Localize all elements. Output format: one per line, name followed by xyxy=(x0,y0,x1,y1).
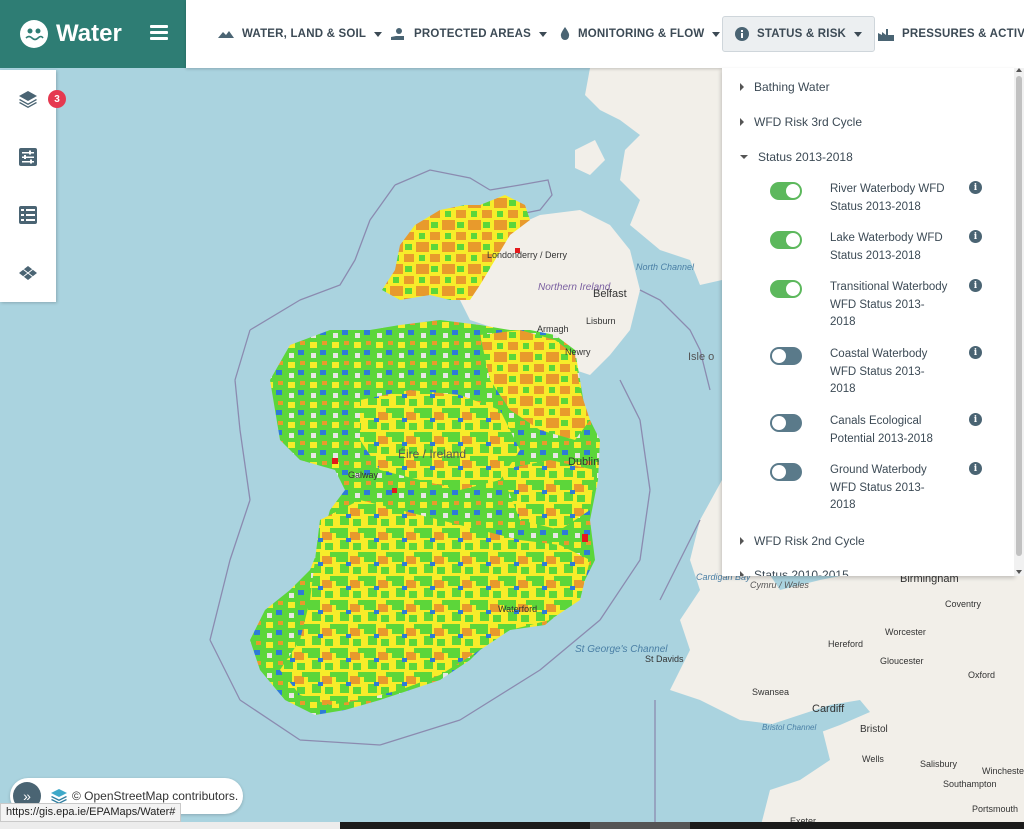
nav-water-land-soil[interactable]: WATER, LAND & SOIL xyxy=(218,16,383,52)
map-label-swansea: Swansea xyxy=(752,687,789,697)
basemap-icon[interactable] xyxy=(17,262,39,284)
toggle-river-waterbody[interactable] xyxy=(770,182,802,200)
section-wfd-risk-3rd-cycle[interactable]: WFD Risk 3rd Cycle xyxy=(740,115,862,129)
map-label-galway: Galway xyxy=(348,470,379,480)
nav-label: WATER, LAND & SOIL xyxy=(242,28,367,40)
nav-protected-areas[interactable]: PROTECTED AREAS xyxy=(390,16,547,52)
map-label-gloucester: Gloucester xyxy=(880,656,924,666)
app-title: Water xyxy=(56,20,122,47)
map-label-isle: Isle o xyxy=(688,351,714,363)
status-risk-dropdown: Bathing Water WFD Risk 3rd Cycle Status … xyxy=(722,68,1016,576)
layers-icon[interactable] xyxy=(17,88,39,110)
nav-monitoring-flow[interactable]: MONITORING & FLOW xyxy=(560,16,721,52)
map-label-dublin: Dublin xyxy=(568,456,599,468)
layer-label-coastal-waterbody: Coastal Waterbody WFD Status 2013-2018 xyxy=(830,348,928,395)
sliders-icon[interactable] xyxy=(17,146,39,168)
protected-hand-icon xyxy=(391,28,404,40)
chevron-down-icon xyxy=(712,31,721,37)
water-drop-icon xyxy=(560,27,570,40)
layer-label-canals-ecological: Canals Ecological Potential 2013-2018 xyxy=(830,415,933,445)
map-label-belfast: Belfast xyxy=(593,288,627,300)
chevron-down-icon xyxy=(538,31,547,37)
section-status-2010-2015[interactable]: Status 2010-2015 xyxy=(740,568,849,576)
info-icon[interactable]: i xyxy=(969,279,982,292)
nav-label: MONITORING & FLOW xyxy=(578,28,705,40)
caret-right-icon xyxy=(740,83,744,91)
caret-right-icon xyxy=(740,571,744,576)
list-icon[interactable] xyxy=(17,204,39,226)
map-label-worcester: Worcester xyxy=(885,627,926,637)
chevron-down-icon xyxy=(854,31,863,37)
top-nav: WATER, LAND & SOIL PROTECTED AREAS MONIT… xyxy=(186,0,1024,68)
nav-label: PROTECTED AREAS xyxy=(414,28,531,40)
caret-right-icon xyxy=(740,118,744,126)
info-icon[interactable]: i xyxy=(969,462,982,475)
map-label-winchester: Winchester xyxy=(982,766,1024,776)
hamburger-menu-icon[interactable] xyxy=(150,25,168,43)
map-label-waterford: Waterford xyxy=(498,604,537,614)
map-label-hereford: Hereford xyxy=(828,639,863,649)
map-label-north-channel: North Channel xyxy=(636,262,695,272)
info-circle-icon xyxy=(735,27,749,41)
nav-label: PRESSURES & ACTIVITIES xyxy=(902,28,1024,40)
map-label-wells: Wells xyxy=(862,754,884,764)
map-label-armagh: Armagh xyxy=(537,324,569,334)
map-label-derry: Londonderry / Derry xyxy=(487,250,568,260)
layer-count-badge: 3 xyxy=(48,90,66,108)
map-label-newry: Newry xyxy=(565,347,591,357)
scrollbar-thumb[interactable] xyxy=(1016,76,1022,556)
info-icon[interactable]: i xyxy=(969,413,982,426)
info-icon[interactable]: i xyxy=(969,181,982,194)
layer-label-river-waterbody: River Waterbody WFD Status 2013-2018 xyxy=(830,183,945,213)
attribution-text: © OpenStreetMap contributors. xyxy=(72,789,239,803)
landscape-icon xyxy=(218,31,234,38)
taskbar xyxy=(0,822,1024,829)
section-status-2013-2018[interactable]: Status 2013-2018 xyxy=(740,150,853,164)
factory-icon xyxy=(878,29,894,41)
map-label-portsmouth: Portsmouth xyxy=(972,804,1018,814)
toggle-transitional-waterbody[interactable] xyxy=(770,280,802,298)
caret-right-icon xyxy=(740,537,744,545)
section-label: WFD Risk 3rd Cycle xyxy=(754,115,863,129)
map-label-salisbury: Salisbury xyxy=(920,759,958,769)
toggle-coastal-waterbody[interactable] xyxy=(770,347,802,365)
map-label-bristol: Bristol xyxy=(860,724,888,735)
section-label: Status 2013-2018 xyxy=(758,150,853,164)
toggle-ground-waterbody[interactable] xyxy=(770,463,802,481)
section-label: WFD Risk 2nd Cycle xyxy=(754,534,865,548)
nav-status-risk[interactable]: STATUS & RISK xyxy=(722,16,876,52)
map-label-oxford: Oxford xyxy=(968,670,995,680)
panel-scrollbar[interactable] xyxy=(1014,68,1024,576)
info-icon[interactable]: i xyxy=(969,346,982,359)
section-wfd-risk-2nd-cycle[interactable]: WFD Risk 2nd Cycle xyxy=(740,534,865,548)
section-bathing-water[interactable]: Bathing Water xyxy=(740,80,830,94)
map-label-bristol-channel: Bristol Channel xyxy=(762,723,816,732)
chevron-down-icon xyxy=(374,31,383,37)
layers-stack-icon xyxy=(51,789,67,804)
map-label-lisburn: Lisburn xyxy=(586,316,616,326)
map-label-st-davids: St Davids xyxy=(645,654,684,664)
water-logo-icon xyxy=(20,20,48,48)
section-label: Status 2010-2015 xyxy=(754,568,849,576)
info-icon[interactable]: i xyxy=(969,230,982,243)
toggle-canals-ecological[interactable] xyxy=(770,414,802,432)
toggle-lake-waterbody[interactable] xyxy=(770,231,802,249)
layer-label-lake-waterbody: Lake Waterbody WFD Status 2013-2018 xyxy=(830,232,943,262)
map-toolbar xyxy=(0,70,56,302)
section-label: Bathing Water xyxy=(754,80,830,94)
scroll-up-icon[interactable] xyxy=(1016,68,1022,72)
scroll-down-icon[interactable] xyxy=(1016,570,1022,574)
map-label-southampton: Southampton xyxy=(943,779,997,789)
map-label-cardiff: Cardiff xyxy=(812,703,845,715)
caret-down-icon xyxy=(740,155,748,159)
layer-label-ground-waterbody: Ground Waterbody WFD Status 2013-2018 xyxy=(830,464,927,511)
layer-label-transitional-waterbody: Transitional Waterbody WFD Status 2013-2… xyxy=(830,281,948,328)
map-label-cymru: Cymru / Wales xyxy=(750,580,809,590)
map-label-eire: Éire / Ireland xyxy=(398,446,466,461)
browser-status-url: https://gis.epa.ie/EPAMaps/Water# xyxy=(0,803,182,822)
map-label-coventry: Coventry xyxy=(945,599,982,609)
nav-label: STATUS & RISK xyxy=(757,28,847,40)
nav-pressures-activities[interactable]: PRESSURES & ACTIVITIES xyxy=(878,16,1024,52)
app-brand: Water xyxy=(0,0,186,68)
